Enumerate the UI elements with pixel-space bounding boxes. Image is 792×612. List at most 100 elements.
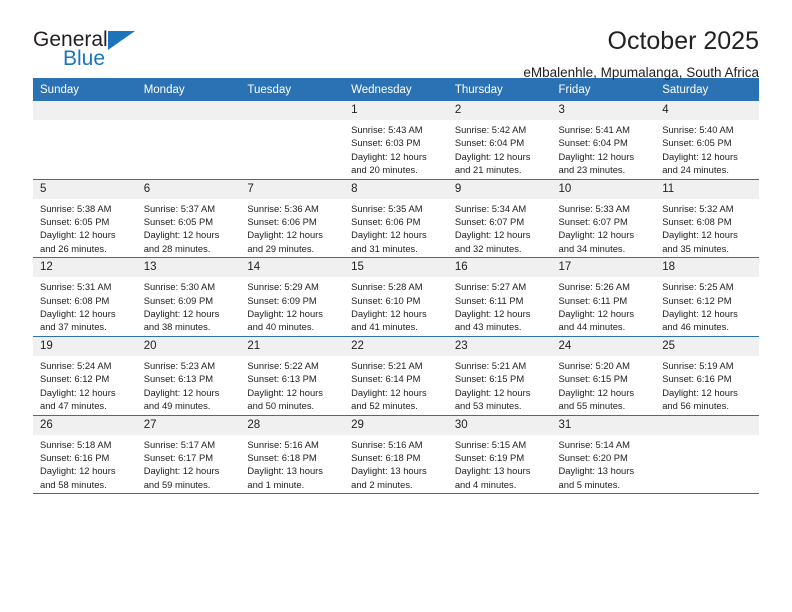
calendar-day-cell[interactable]: 27 Sunrise: 5:17 AM Sunset: 6:17 PM Dayligh…: [136, 415, 241, 495]
day-number: 30: [447, 415, 552, 435]
day-sun-info: Sunrise: 5:18 AM Sunset: 6:16 PM Daylight:…: [33, 435, 137, 494]
day-info-line: Sunset: 6:05 PM: [662, 137, 732, 149]
day-info-line: and 46 minutes.: [662, 321, 729, 333]
day-info-line: and 5 minutes.: [558, 478, 621, 490]
day-number: 10: [551, 179, 656, 199]
calendar-day-cell[interactable]: 15 Sunrise: 5:28 AM Sunset: 6:10 PM Dayligh…: [344, 257, 448, 337]
page-subtitle: eMbalenhle, Mpumalanga, South Africa: [523, 65, 759, 80]
day-sun-info: Sunrise: 5:43 AM Sunset: 6:03 PM Daylight:…: [344, 120, 448, 179]
calendar-day-cell[interactable]: 11 Sunrise: 5:32 AM Sunset: 6:08 PM Dayligh…: [655, 179, 759, 259]
day-sun-info: Sunrise: 5:17 AM Sunset: 6:17 PM Daylight:…: [137, 435, 241, 494]
calendar-day-cell[interactable]: 12 Sunrise: 5:31 AM Sunset: 6:08 PM Dayligh…: [33, 257, 137, 337]
calendar-day-cell[interactable]: 2 Sunrise: 5:42 AM Sunset: 6:04 PM Daylight…: [447, 101, 552, 180]
day-sun-info: Sunrise: 5:32 AM Sunset: 6:08 PM Daylight:…: [655, 199, 759, 258]
day-info-line: Daylight: 12 hours: [143, 229, 220, 241]
day-info-line: Daylight: 12 hours: [662, 150, 738, 162]
day-info-line: Daylight: 13 hours: [558, 465, 635, 477]
calendar-day-cell[interactable]: 30 Sunrise: 5:15 AM Sunset: 6:19 PM Dayligh…: [447, 415, 552, 495]
day-info-line: Daylight: 12 hours: [247, 308, 323, 320]
day-info-line: Sunrise: 5:21 AM: [351, 359, 423, 371]
calendar-day-cell[interactable]: 26 Sunrise: 5:18 AM Sunset: 6:16 PM Dayligh…: [33, 415, 137, 495]
day-sun-info: Sunrise: 5:25 AM Sunset: 6:12 PM Daylight:…: [655, 277, 759, 336]
day-number: 5: [33, 179, 137, 199]
day-info-line: Sunset: 6:07 PM: [454, 216, 525, 228]
day-info-line: Sunrise: 5:27 AM: [454, 281, 527, 293]
day-sun-info: Sunrise: 5:31 AM Sunset: 6:08 PM Daylight:…: [33, 277, 137, 336]
day-info-line: Sunset: 6:14 PM: [351, 373, 421, 385]
day-number: 7: [240, 179, 345, 199]
day-info-line: Daylight: 12 hours: [351, 229, 427, 241]
day-info-line: and 4 minutes.: [454, 478, 517, 490]
weekday-header-sunday: Sunday: [33, 78, 137, 101]
calendar-table: Sunday Monday Tuesday Wednesday Thursday Frid…: [33, 78, 759, 495]
calendar-body: 1 Sunrise: 5:43 AM Sunset: 6:03 PM Daylight…: [33, 101, 759, 495]
day-info-line: Daylight: 12 hours: [40, 465, 116, 477]
calendar-day-cell[interactable]: 25 Sunrise: 5:19 AM Sunset: 6:16 PM Dayligh…: [655, 336, 759, 416]
calendar-day-cell[interactable]: 5 Sunrise: 5:38 AM Sunset: 6:05 PM Daylight…: [33, 179, 137, 259]
day-sun-info: Sunrise: 5:21 AM Sunset: 6:15 PM Daylight:…: [448, 356, 552, 415]
day-info-line: Sunset: 6:13 PM: [143, 373, 214, 385]
calendar-day-cell[interactable]: 20 Sunrise: 5:23 AM Sunset: 6:13 PM Dayligh…: [136, 336, 241, 416]
calendar-day-cell[interactable]: 18 Sunrise: 5:25 AM Sunset: 6:12 PM Dayligh…: [655, 257, 759, 337]
day-info-line: and 55 minutes.: [558, 400, 626, 412]
calendar-day-cell[interactable]: 22 Sunrise: 5:21 AM Sunset: 6:14 PM Dayligh…: [344, 336, 448, 416]
day-info-line: Daylight: 12 hours: [454, 308, 531, 320]
calendar-day-cell[interactable]: 16 Sunrise: 5:27 AM Sunset: 6:11 PM Dayligh…: [447, 257, 552, 337]
day-info-line: Sunrise: 5:35 AM: [351, 202, 423, 214]
calendar-day-cell[interactable]: 29 Sunrise: 5:16 AM Sunset: 6:18 PM Dayligh…: [344, 415, 448, 495]
day-info-line: Daylight: 12 hours: [558, 229, 635, 241]
page-title: October 2025: [607, 27, 760, 55]
day-sun-info: Sunrise: 5:34 AM Sunset: 6:07 PM Daylight:…: [448, 199, 552, 258]
day-info-line: Sunrise: 5:43 AM: [351, 124, 423, 135]
calendar-day-cell[interactable]: 3 Sunrise: 5:41 AM Sunset: 6:04 PM Daylight…: [551, 101, 656, 180]
calendar-day-cell[interactable]: 21 Sunrise: 5:22 AM Sunset: 6:13 PM Dayligh…: [240, 336, 345, 416]
calendar-day-cell[interactable]: 17 Sunrise: 5:26 AM Sunset: 6:11 PM Dayligh…: [551, 257, 656, 337]
general-blue-logo: General Blue: [33, 28, 253, 76]
calendar-day-cell[interactable]: 24 Sunrise: 5:20 AM Sunset: 6:15 PM Dayligh…: [551, 336, 656, 416]
weekday-header-tuesday: Tuesday: [240, 78, 345, 101]
calendar-day-cell[interactable]: 4 Sunrise: 5:40 AM Sunset: 6:05 PM Daylight…: [655, 101, 759, 180]
day-info-line: Sunrise: 5:31 AM: [40, 281, 112, 293]
day-sun-info: Sunrise: 5:16 AM Sunset: 6:18 PM Daylight:…: [240, 435, 344, 494]
calendar-day-cell[interactable]: 6 Sunrise: 5:37 AM Sunset: 6:05 PM Daylight…: [136, 179, 241, 259]
day-info-line: and 37 minutes.: [40, 321, 107, 333]
calendar-day-cell[interactable]: 28 Sunrise: 5:16 AM Sunset: 6:18 PM Dayligh…: [240, 415, 345, 495]
calendar-week-row: 26 Sunrise: 5:18 AM Sunset: 6:16 PM Dayligh…: [33, 415, 759, 495]
day-sun-info: Sunrise: 5:38 AM Sunset: 6:05 PM Daylight:…: [33, 199, 137, 258]
calendar-day-cell-empty: [240, 101, 345, 180]
logo-triangle-icon: [108, 31, 135, 50]
day-info-line: and 26 minutes.: [40, 242, 107, 254]
calendar-day-cell[interactable]: 8 Sunrise: 5:35 AM Sunset: 6:06 PM Daylight…: [344, 179, 448, 259]
day-sun-info: Sunrise: 5:33 AM Sunset: 6:07 PM Daylight:…: [552, 199, 656, 258]
calendar-day-cell[interactable]: 19 Sunrise: 5:24 AM Sunset: 6:12 PM Dayligh…: [33, 336, 137, 416]
day-info-line: Sunset: 6:19 PM: [454, 451, 525, 463]
day-sun-info: Sunrise: 5:41 AM Sunset: 6:04 PM Daylight:…: [552, 120, 656, 179]
day-info-line: Sunrise: 5:17 AM: [143, 438, 216, 450]
day-sun-info: Sunrise: 5:37 AM Sunset: 6:05 PM Daylight:…: [137, 199, 241, 258]
calendar-day-cell[interactable]: 31 Sunrise: 5:14 AM Sunset: 6:20 PM Dayligh…: [551, 415, 656, 495]
day-sun-info: Sunrise: 5:15 AM Sunset: 6:19 PM Daylight:…: [448, 435, 552, 494]
day-number: 16: [447, 258, 552, 278]
day-info-line: Daylight: 12 hours: [662, 386, 738, 398]
day-info-line: and 35 minutes.: [662, 242, 729, 254]
day-number: 29: [344, 415, 448, 435]
day-info-line: Daylight: 12 hours: [143, 386, 220, 398]
day-sun-info: Sunrise: 5:24 AM Sunset: 6:12 PM Daylight:…: [33, 356, 137, 415]
calendar-day-cell[interactable]: 13 Sunrise: 5:30 AM Sunset: 6:09 PM Dayligh…: [136, 257, 241, 337]
calendar-day-cell[interactable]: 7 Sunrise: 5:36 AM Sunset: 6:06 PM Daylight…: [240, 179, 345, 259]
day-info-line: Sunset: 6:12 PM: [40, 373, 110, 385]
day-info-line: Sunrise: 5:30 AM: [143, 281, 216, 293]
day-info-line: Daylight: 12 hours: [558, 150, 635, 162]
day-info-line: Sunset: 6:15 PM: [454, 373, 525, 385]
day-info-line: and 53 minutes.: [454, 400, 522, 412]
day-number: 9: [447, 179, 552, 199]
calendar-day-cell[interactable]: 14 Sunrise: 5:29 AM Sunset: 6:09 PM Dayligh…: [240, 257, 345, 337]
day-info-line: Daylight: 12 hours: [40, 229, 116, 241]
day-info-line: Daylight: 12 hours: [662, 229, 738, 241]
calendar-day-cell[interactable]: 9 Sunrise: 5:34 AM Sunset: 6:07 PM Daylight…: [447, 179, 552, 259]
calendar-day-cell[interactable]: 1 Sunrise: 5:43 AM Sunset: 6:03 PM Daylight…: [344, 101, 448, 180]
day-info-line: Sunset: 6:11 PM: [454, 294, 524, 306]
logo-text-blue: Blue: [63, 47, 106, 70]
calendar-day-cell[interactable]: 10 Sunrise: 5:33 AM Sunset: 6:07 PM Dayligh…: [551, 179, 656, 259]
calendar-day-cell[interactable]: 23 Sunrise: 5:21 AM Sunset: 6:15 PM Dayligh…: [447, 336, 552, 416]
